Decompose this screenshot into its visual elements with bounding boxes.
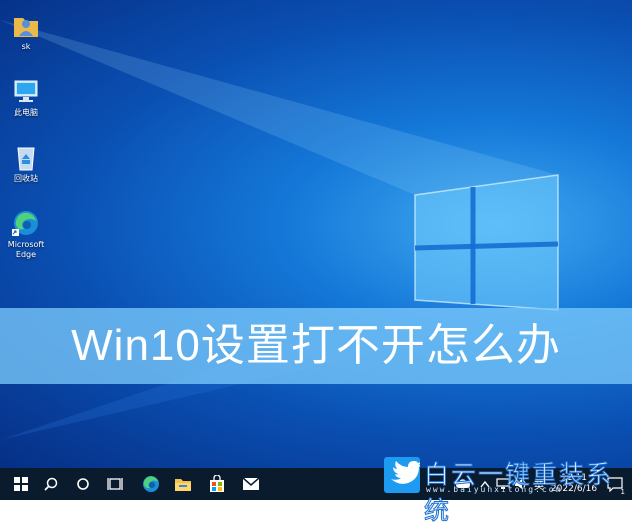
desktop-icon-label: sk [21,42,31,51]
desktop-icon-label: 此电脑 [14,108,38,117]
search-button[interactable] [36,468,66,500]
mail-icon [242,477,260,490]
watermark-logo [384,457,421,493]
search-icon [44,477,58,491]
desktop-icon-this-pc[interactable]: 此电脑 [2,76,50,118]
title-banner: Win10设置打不开怎么办 [0,308,632,384]
desktop-icon-label: Microsoft Edge [7,240,45,259]
cortana-icon [77,478,89,490]
edge-icon [143,476,159,492]
store-icon [210,475,224,492]
banner-title: Win10设置打不开怎么办 [71,321,561,370]
cortana-button[interactable] [68,468,98,500]
taskbar-mail[interactable] [236,468,266,500]
taskbar-file-explorer[interactable] [168,468,198,500]
taskbar-store[interactable] [202,468,232,500]
user-folder-icon [14,18,38,37]
task-view-icon [107,478,123,490]
desktop: sk 此电脑 回收站 Microsoft Edge [0,0,632,468]
desktop-icon-user[interactable]: sk [2,10,50,52]
start-button[interactable] [6,468,36,500]
start-icon [14,477,28,491]
desktop-icon-recycle-bin[interactable]: 回收站 [2,142,50,184]
file-explorer-icon [175,479,191,491]
desktop-icon-edge[interactable]: Microsoft Edge [2,208,50,260]
task-view-button[interactable] [100,468,130,500]
bird-icon [391,461,421,484]
watermark-url: www.baiyunxitong.com [426,485,563,494]
watermark: 白云一键重装系统 www.baiyunxitong.com [376,454,632,526]
desktop-icon-label: 回收站 [14,174,38,183]
taskbar-edge[interactable] [136,468,166,500]
computer-icon [14,80,38,102]
edge-icon [12,211,38,236]
recycle-bin-icon [17,147,35,171]
wallpaper [0,20,559,440]
